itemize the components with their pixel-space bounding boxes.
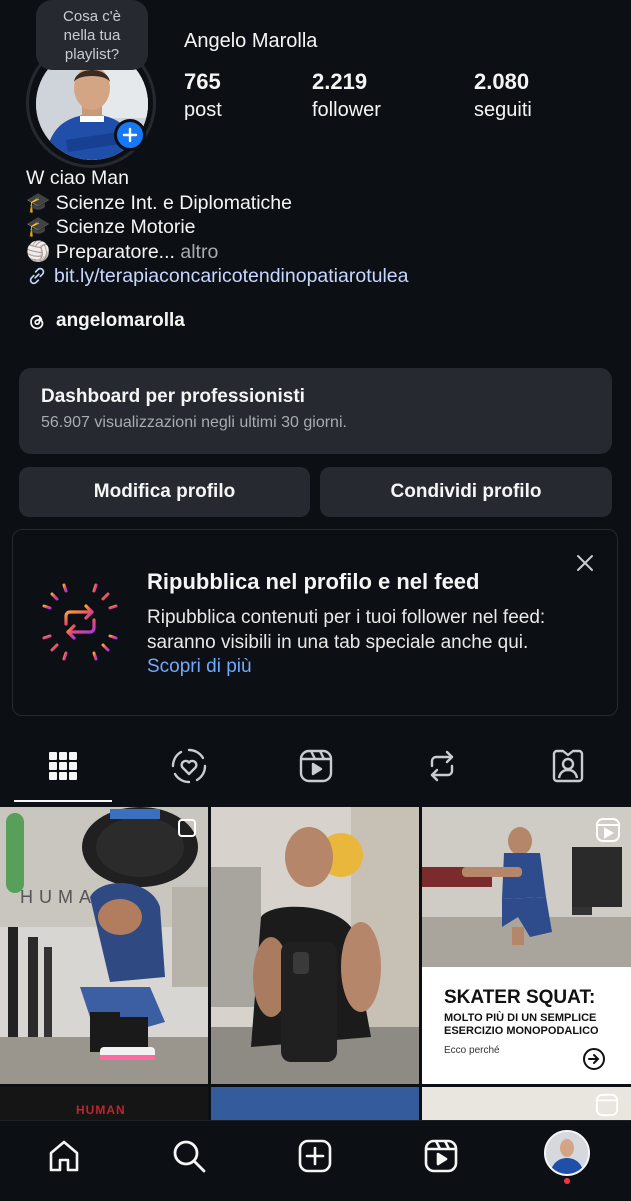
bio-line-truncated: 🏐 Preparatore... altro: [26, 240, 408, 265]
profile-avatar: [544, 1130, 590, 1176]
close-icon: [577, 555, 593, 571]
threads-link[interactable]: angelomarolla: [26, 310, 185, 332]
reel-badge: [595, 1093, 619, 1117]
tab-posts-grid[interactable]: [39, 744, 87, 788]
threads-icon: [30, 314, 44, 330]
stat-following-label: seguiti: [474, 99, 532, 121]
grid-post[interactable]: [211, 807, 419, 1084]
stat-posts-label: post: [184, 99, 222, 121]
bio-link[interactable]: bit.ly/terapiaconcaricotendinopatiarotul…: [26, 264, 408, 289]
grid-post[interactable]: [211, 1087, 419, 1120]
grid-icon: [49, 752, 77, 780]
reels-badge-icon: [595, 1093, 619, 1117]
bio-line: 🎓 Scienze Int. e Diplomatiche: [26, 191, 292, 214]
tab-reposts[interactable]: [418, 744, 466, 788]
threads-username: angelomarolla: [56, 310, 185, 331]
nav-home[interactable]: [40, 1134, 88, 1178]
stat-followers[interactable]: 2.219 follower: [312, 68, 381, 124]
stat-followers-value: 2.219: [312, 69, 368, 94]
reels-nav-icon: [424, 1139, 458, 1173]
search-icon: [173, 1140, 206, 1173]
dashboard-title: Dashboard per professionisti: [41, 386, 305, 407]
tab-reels[interactable]: [292, 744, 340, 788]
grid-post-label: HUMAN: [76, 1103, 126, 1117]
grid-post-reel[interactable]: SKATER SQUAT: MOLTO PIÙ DI UN SEMPLICE E…: [422, 807, 631, 1084]
stat-following-value: 2.080: [474, 69, 530, 94]
profile-name: Angelo Marolla: [184, 30, 318, 52]
stat-followers-label: follower: [312, 99, 381, 121]
repost-card-text: Ripubblica contenuti per i tuoi follower…: [147, 607, 546, 653]
tagged-heart-icon: [171, 748, 207, 784]
nav-profile[interactable]: [543, 1130, 591, 1176]
tab-tagged[interactable]: [544, 744, 592, 788]
bio-more-link[interactable]: altro: [180, 241, 218, 263]
reel-subheadline: MOLTO PIÙ DI UN SEMPLICE ESERCIZIO MONOP…: [444, 1012, 599, 1037]
nav-search[interactable]: [165, 1134, 213, 1178]
bio-line: W ciao Man: [26, 167, 129, 189]
add-story-button[interactable]: [114, 119, 146, 151]
stat-following[interactable]: 2.080 seguiti: [474, 68, 532, 124]
sticker-toolbar: [6, 813, 24, 893]
reel-caption: Ecco perché: [444, 1045, 500, 1056]
bio: W ciao Man 🎓 Scienze Int. e Diplomatiche…: [26, 166, 408, 289]
stat-posts-value: 765: [184, 69, 221, 94]
arrow-circle-icon: [582, 1047, 606, 1071]
notification-dot: [564, 1178, 570, 1184]
active-tab-indicator: [14, 800, 112, 802]
grid-post[interactable]: [422, 1087, 631, 1120]
repost-sparkle-icon: [38, 578, 122, 664]
grid-post[interactable]: HUMAN: [0, 1087, 208, 1120]
reel-headline: SKATER SQUAT:: [444, 987, 596, 1008]
nav-reels[interactable]: [417, 1134, 465, 1178]
multi-post-badge: [176, 817, 198, 839]
dashboard-subtitle: 56.907 visualizzazioni negli ultimi 30 g…: [41, 414, 347, 431]
reels-badge-icon: [596, 818, 620, 842]
link-icon: [29, 268, 45, 285]
repost-icon: [430, 750, 454, 782]
home-icon: [49, 1140, 79, 1172]
share-profile-button[interactable]: Condividi profilo: [320, 467, 612, 517]
plus-icon: [122, 127, 138, 143]
bio-line: 🎓 Scienze Motorie: [26, 216, 196, 238]
repost-card-title: Ripubblica nel profilo e nel feed: [147, 569, 480, 594]
nav-create[interactable]: [291, 1134, 339, 1178]
bio-line: 🏐 Preparatore...: [26, 240, 175, 263]
create-icon: [298, 1139, 332, 1173]
tab-collabs[interactable]: [165, 744, 213, 788]
learn-more-link[interactable]: Scopri di più: [147, 656, 252, 677]
tagged-user-icon: [552, 749, 584, 783]
reels-icon: [299, 749, 333, 783]
close-card-button[interactable]: [574, 552, 596, 574]
grid-post[interactable]: HUMAN: [0, 807, 208, 1084]
stat-posts[interactable]: 765 post: [184, 68, 222, 124]
repost-card-body: Ripubblica contenuti per i tuoi follower…: [147, 606, 577, 680]
note-text: Cosa c'è nella tua playlist?: [63, 7, 121, 63]
edit-profile-button[interactable]: Modifica profilo: [19, 467, 310, 517]
bio-link-text: bit.ly/terapiaconcaricotendinopatiarotul…: [54, 265, 409, 287]
note-bubble[interactable]: Cosa c'è nella tua playlist?: [36, 0, 148, 70]
reel-badge: [595, 817, 621, 843]
professional-dashboard[interactable]: Dashboard per professionisti 56.907 visu…: [19, 368, 612, 454]
